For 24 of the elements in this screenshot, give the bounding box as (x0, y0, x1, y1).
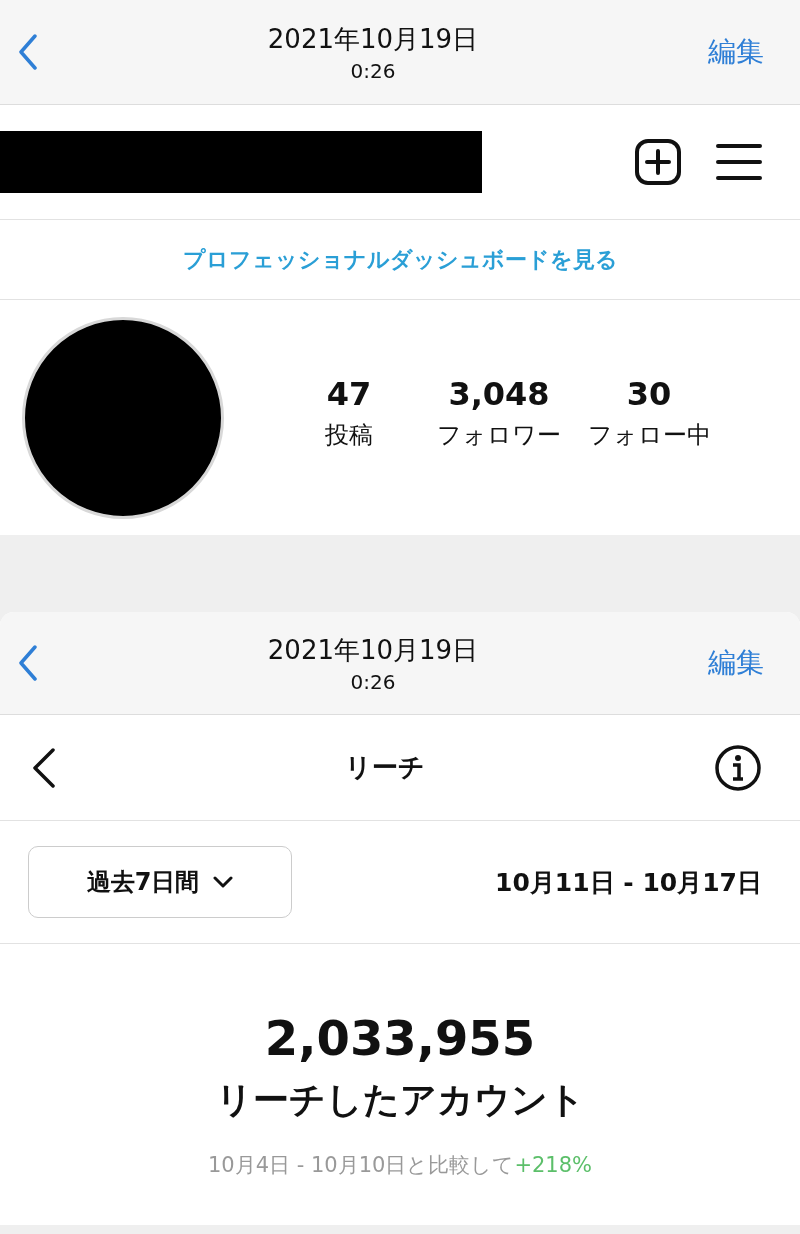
edit-link[interactable]: 編集 (708, 644, 764, 682)
date-text: 2021年10月19日 (267, 633, 479, 667)
date-range: 10月11日 - 10月17日 (495, 866, 762, 899)
stat-value: 3,048 (448, 374, 550, 413)
info-icon[interactable] (714, 743, 762, 792)
date-text: 2021年10月19日 (267, 22, 479, 56)
time-text: 0:26 (350, 58, 396, 83)
chevron-down-icon (213, 876, 234, 888)
comparison-text: 10月4日 - 10月10日と比較して (207, 1153, 515, 1177)
back-icon[interactable] (32, 747, 56, 788)
stat-label: 投稿 (325, 419, 373, 451)
page-title: リーチ (345, 751, 425, 784)
time-text: 0:26 (350, 669, 396, 694)
menu-icon[interactable] (716, 143, 762, 181)
stat-label: フォロー中 (587, 419, 711, 451)
stat-value: 30 (626, 374, 672, 413)
reach-label: リーチしたアカウント (215, 1078, 585, 1122)
stat-value: 47 (326, 374, 372, 413)
reach-count: 2,033,955 (264, 1010, 536, 1066)
stat-label: フォロワー (437, 419, 561, 451)
add-post-icon[interactable] (634, 138, 682, 186)
edit-link[interactable]: 編集 (708, 33, 764, 71)
change-percent: +218% (514, 1153, 593, 1177)
period-dropdown[interactable]: 過去7日間 (28, 846, 292, 918)
